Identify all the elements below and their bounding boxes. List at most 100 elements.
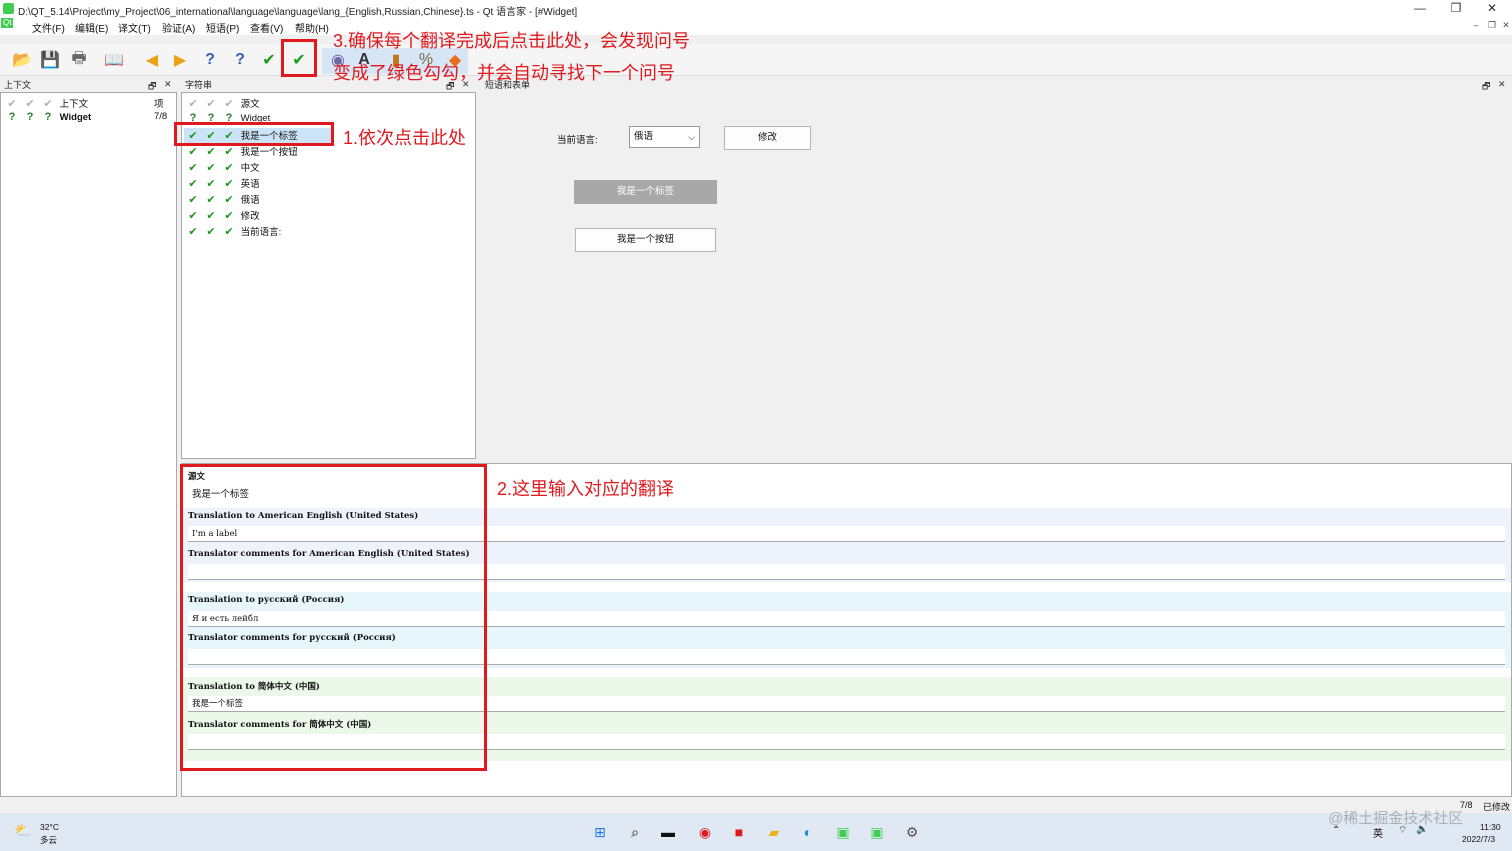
menu-translation[interactable]: 译文(T): [118, 20, 151, 35]
check-gray-icon: ✔: [7, 98, 17, 110]
check-green-icon: ✔: [206, 146, 216, 158]
strings-header-row: ✔ ✔ ✔ 源文: [184, 96, 474, 111]
open-folder-icon[interactable]: 📂: [10, 48, 34, 72]
menu-bar: Qt 文件(F) 编辑(E) 译文(T) 验证(A) 短语(P) 查看(V) 帮…: [0, 18, 1512, 35]
qt-linguist-icon[interactable]: ▣: [867, 822, 887, 842]
weather-temp: 32°C: [40, 822, 59, 832]
next-arrow-icon[interactable]: ▶: [168, 48, 192, 72]
annotation-step2: 2.这里输入对应的翻译: [497, 479, 675, 499]
close-button[interactable]: ✕: [1482, 1, 1502, 15]
string-text: 修改: [240, 211, 260, 222]
string-text: 我是一个按钮: [240, 147, 298, 158]
preview-button[interactable]: 我是一个按钮: [575, 228, 716, 252]
check-green-icon: ✔: [188, 194, 198, 206]
maximize-button[interactable]: ❐: [1446, 1, 1466, 15]
context-items: 7/8: [154, 111, 168, 122]
check-green-icon: ✔: [188, 178, 198, 190]
taskview-icon[interactable]: ▬: [658, 822, 678, 842]
annotation-step3-line2: 变成了绿色勾勾，并会自动寻找下一个问号: [333, 63, 675, 83]
modify-button[interactable]: 修改: [724, 126, 811, 150]
window-title: D:\QT_5.14\Project\my_Project\06_interna…: [18, 7, 578, 18]
check-green-icon: ✔: [224, 226, 234, 238]
annotation-step3-line1: 3.确保每个翻译完成后点击此处，会发现问号: [333, 31, 691, 51]
check-green-icon: ✔: [224, 210, 234, 222]
check-green-icon: ✔: [224, 194, 234, 206]
clock-date[interactable]: 2022/7/3: [1462, 834, 1495, 844]
menu-validation[interactable]: 验证(A): [162, 20, 195, 35]
annotation-step1: 1.依次点击此处: [343, 128, 467, 148]
string-row[interactable]: ✔ ✔ ✔ 俄语: [184, 192, 474, 207]
strings-column-source: 源文: [240, 99, 260, 110]
start-icon[interactable]: ⊞: [590, 822, 610, 842]
phrase-book-icon[interactable]: 📖: [102, 48, 126, 72]
string-row[interactable]: ✔ ✔ ✔ 中文: [184, 160, 474, 175]
menu-phrases[interactable]: 短语(P): [206, 20, 239, 35]
check-gray-icon: ✔: [224, 98, 234, 110]
string-text: 中文: [240, 163, 260, 174]
menu-help[interactable]: 帮助(H): [295, 20, 329, 35]
accept-check-icon[interactable]: ✔: [257, 48, 281, 72]
toolbar: 📂 💾 🖶 📖 ◀ ▶ ? ? ✔ ✔ ◉ A ▮ % ◆: [0, 44, 1512, 76]
qt-badge: Qt: [1, 18, 14, 28]
mdi-minimize-button[interactable]: –: [1470, 20, 1482, 30]
title-bar: D:\QT_5.14\Project\my_Project\06_interna…: [0, 0, 1512, 18]
check-gray-icon: ✔: [25, 98, 35, 110]
context-name: Widget: [59, 112, 92, 123]
mdi-close-button[interactable]: ✕: [1500, 20, 1512, 31]
check-green-icon: ✔: [206, 162, 216, 174]
print-icon[interactable]: 🖶: [67, 48, 91, 72]
menu-view[interactable]: 查看(V): [250, 20, 283, 35]
annotation-box-string: [174, 122, 334, 146]
check-green-icon: ✔: [224, 178, 234, 190]
save-icon[interactable]: 💾: [38, 48, 62, 72]
string-text: 当前语言:: [240, 227, 282, 238]
check-green-icon: ✔: [224, 146, 234, 158]
netease-music-icon[interactable]: ◉: [695, 822, 715, 842]
check-green-icon: ✔: [206, 178, 216, 190]
check-gray-icon: ✔: [188, 98, 198, 110]
string-row[interactable]: ✔ ✔ ✔ 修改: [184, 208, 474, 223]
file-explorer-icon[interactable]: ▰: [764, 822, 784, 842]
check-green-icon: ✔: [206, 194, 216, 206]
minimize-button[interactable]: —: [1410, 1, 1430, 15]
check-green-icon: ✔: [206, 226, 216, 238]
context-header-row: ✔ ✔ ✔ 上下文 项: [3, 96, 173, 111]
check-gray-icon: ✔: [206, 98, 216, 110]
clock-time[interactable]: 11:30: [1480, 822, 1501, 832]
check-green-icon: ✔: [224, 162, 234, 174]
question-icon: ?: [44, 111, 52, 123]
youdao-icon[interactable]: ■: [729, 822, 749, 842]
question-icon: ?: [26, 111, 34, 123]
check-gray-icon: ✔: [43, 98, 53, 110]
watermark: @稀土掘金技术社区: [1328, 810, 1464, 827]
edge-icon[interactable]: ◐: [798, 822, 818, 842]
string-row[interactable]: ✔ ✔ ✔ 英语: [184, 176, 474, 191]
weather-text: 多云: [40, 835, 58, 845]
taskbar: ⛅ 32°C 多云 ⊞ ⌕ ▬ ◉ ■ ▰ ◐ ▣ ▣ ⚙ ⌃ 英 ⌔ 🔈 11…: [0, 810, 1512, 851]
string-text: 俄语: [240, 195, 260, 206]
context-close-icon[interactable]: ✕: [164, 79, 172, 90]
string-row[interactable]: ✔ ✔ ✔ 当前语言:: [184, 224, 474, 239]
check-green-icon: ✔: [188, 210, 198, 222]
context-panel: ✔ ✔ ✔ 上下文 项 ??? Widget 7/8: [0, 92, 177, 797]
mdi-restore-button[interactable]: ❐: [1486, 20, 1498, 31]
annotation-box-editor: [180, 464, 487, 771]
form-close-icon[interactable]: ✕: [1498, 79, 1506, 90]
search-icon[interactable]: ⌕: [625, 822, 645, 842]
settings-icon[interactable]: ⚙: [902, 822, 922, 842]
next-unfinished-icon[interactable]: ?: [228, 48, 252, 72]
check-green-icon: ✔: [188, 226, 198, 238]
weather-icon: ⛅: [14, 822, 32, 838]
prev-unfinished-icon[interactable]: ?: [198, 48, 222, 72]
menu-edit[interactable]: 编辑(E): [75, 20, 108, 35]
status-state: 已修改: [1483, 802, 1511, 812]
language-combo[interactable]: 俄语 ⌵: [629, 126, 700, 148]
annotation-box-accept: [281, 39, 317, 77]
chevron-down-icon: ⌵: [688, 132, 695, 142]
qt-creator-icon[interactable]: ▣: [833, 822, 853, 842]
preview-label: 我是一个标签: [574, 180, 717, 204]
menu-file[interactable]: 文件(F): [32, 20, 65, 35]
check-green-icon: ✔: [206, 210, 216, 222]
context-row-widget[interactable]: ??? Widget 7/8: [3, 111, 173, 126]
prev-arrow-icon[interactable]: ◀: [140, 48, 164, 72]
